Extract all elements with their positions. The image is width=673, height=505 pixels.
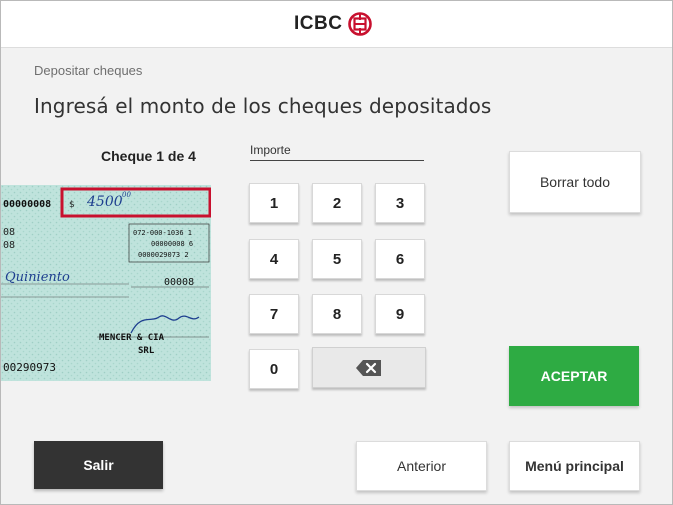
cheque-micr-line: 00290973 bbox=[3, 361, 56, 374]
keypad-key-5[interactable]: 5 bbox=[312, 239, 362, 279]
cheque-bank-code: 00008 bbox=[164, 277, 194, 288]
breadcrumb: Depositar cheques bbox=[34, 63, 143, 78]
cheque-signature-company: MENCER & CIA bbox=[99, 333, 165, 343]
keypad-key-4[interactable]: 4 bbox=[249, 239, 299, 279]
cheque-signature-type: SRL bbox=[138, 346, 155, 356]
cheque-account-number: 00000008 bbox=[3, 199, 51, 210]
atm-screen: ICBC Depositar cheques Ingresá el monto … bbox=[0, 0, 673, 505]
icbc-logo: ICBC bbox=[294, 11, 373, 37]
accept-button[interactable]: ACEPTAR bbox=[509, 346, 639, 406]
brand-name: ICBC bbox=[294, 13, 343, 34]
keypad-key-2[interactable]: 2 bbox=[312, 183, 362, 223]
keypad-key-7[interactable]: 7 bbox=[249, 294, 299, 334]
keypad-key-6[interactable]: 6 bbox=[375, 239, 425, 279]
backspace-icon bbox=[356, 359, 381, 376]
cheque-drawing: 00000008 $ 4500 00 08 08 072-000-1036 1 … bbox=[1, 185, 211, 381]
amount-input[interactable] bbox=[250, 158, 424, 161]
keypad-backspace-button[interactable] bbox=[312, 347, 426, 388]
icbc-emblem-icon bbox=[348, 12, 373, 36]
previous-button[interactable]: Anterior bbox=[356, 441, 487, 491]
amount-field-label: Importe bbox=[250, 143, 291, 157]
clear-all-button[interactable]: Borrar todo bbox=[509, 151, 641, 213]
cheque-amount-words: Quiniento bbox=[5, 270, 70, 285]
cheque-image: 00000008 $ 4500 00 08 08 072-000-1036 1 … bbox=[1, 185, 211, 381]
keypad-key-3[interactable]: 3 bbox=[375, 183, 425, 223]
keypad-key-1[interactable]: 1 bbox=[249, 183, 299, 223]
cheque-counter: Cheque 1 de 4 bbox=[101, 148, 196, 164]
header-bar: ICBC bbox=[1, 1, 672, 48]
cheque-side-number: 08 bbox=[3, 227, 15, 238]
keypad-key-9[interactable]: 9 bbox=[375, 294, 425, 334]
keypad-key-8[interactable]: 8 bbox=[312, 294, 362, 334]
cheque-side-number: 08 bbox=[3, 240, 15, 251]
cheque-routing-line: 072-000-1036 1 bbox=[133, 229, 192, 237]
page-title: Ingresá el monto de los cheques deposita… bbox=[34, 94, 492, 118]
main-menu-button[interactable]: Menú principal bbox=[509, 441, 640, 491]
cheque-handwritten-amount: 4500 bbox=[86, 194, 123, 210]
keypad-key-0[interactable]: 0 bbox=[249, 349, 299, 389]
cheque-routing-line: 0000029073 2 bbox=[138, 251, 189, 259]
cheque-currency: $ bbox=[69, 200, 75, 210]
cheque-routing-line: 00000008 6 bbox=[151, 240, 193, 248]
cheque-amount-cents: 00 bbox=[122, 191, 131, 199]
exit-button[interactable]: Salir bbox=[34, 441, 163, 489]
